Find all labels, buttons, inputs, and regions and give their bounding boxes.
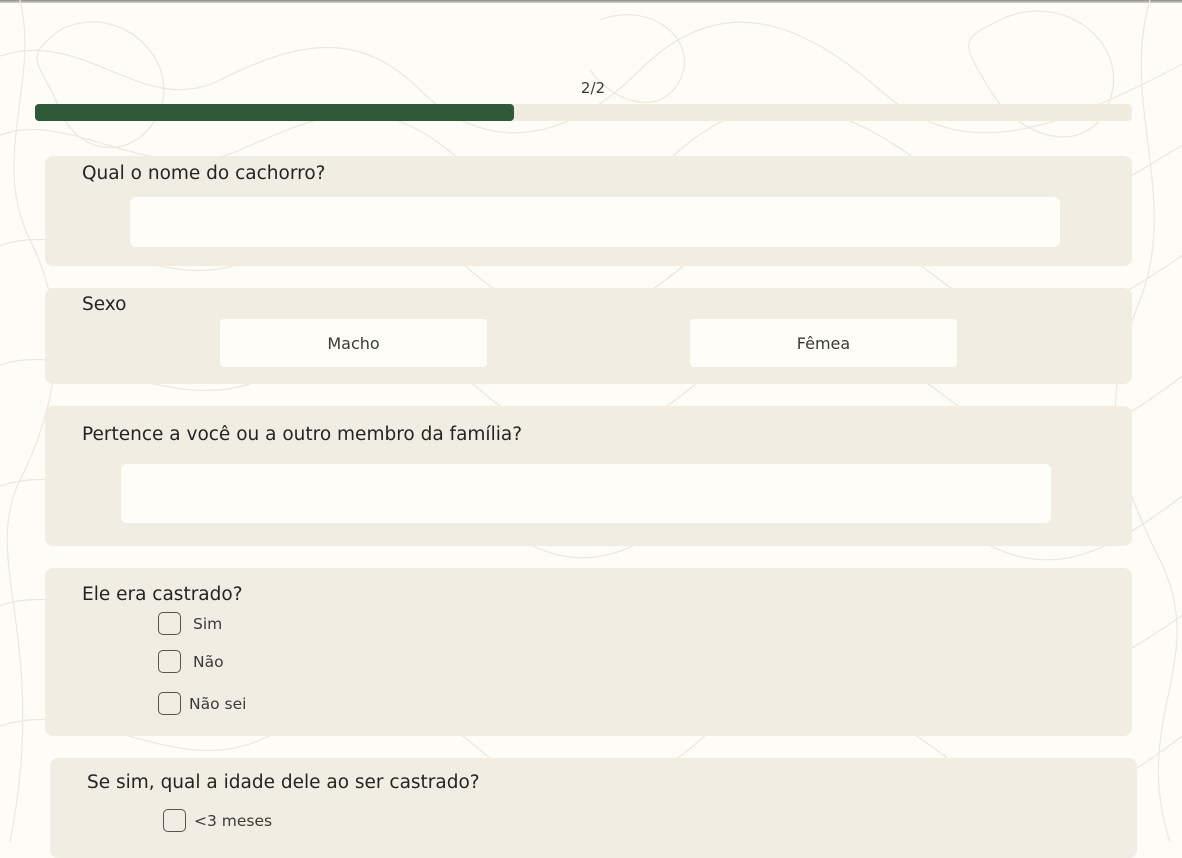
option-label: Não — [193, 652, 224, 671]
option-label: Sim — [193, 614, 223, 633]
neutered-option-yes[interactable]: Sim — [158, 612, 222, 635]
dog-name-input[interactable] — [130, 197, 1060, 247]
question-label-sex: Sexo — [82, 294, 127, 315]
question-label-neutered: Ele era castrado? — [82, 584, 243, 605]
option-label: <3 meses — [194, 811, 273, 830]
question-card-sex — [45, 288, 1132, 384]
sex-option-female-button[interactable]: Fêmea — [690, 319, 957, 367]
sex-option-male-button[interactable]: Macho — [220, 319, 487, 367]
question-label-dog-name: Qual o nome do cachorro? — [82, 163, 326, 184]
checkbox-icon[interactable] — [158, 650, 181, 673]
owner-input[interactable] — [121, 464, 1051, 523]
question-label-owner: Pertence a você ou a outro membro da fam… — [82, 424, 523, 445]
option-label: Não sei — [189, 694, 247, 713]
question-label-neuter-age: Se sim, qual a idade dele ao ser castrad… — [87, 772, 480, 793]
neuter-age-option-under-3-months[interactable]: <3 meses — [163, 809, 272, 832]
checkbox-icon[interactable] — [158, 692, 181, 715]
checkbox-icon[interactable] — [163, 809, 186, 832]
neutered-option-unknown[interactable]: Não sei — [158, 692, 246, 715]
window-top-edge — [0, 0, 1182, 3]
neutered-option-no[interactable]: Não — [158, 650, 224, 673]
progress-step-label: 2/2 — [580, 79, 606, 97]
progress-bar — [35, 104, 1132, 121]
progress-bar-fill — [35, 104, 515, 121]
checkbox-icon[interactable] — [158, 612, 181, 635]
